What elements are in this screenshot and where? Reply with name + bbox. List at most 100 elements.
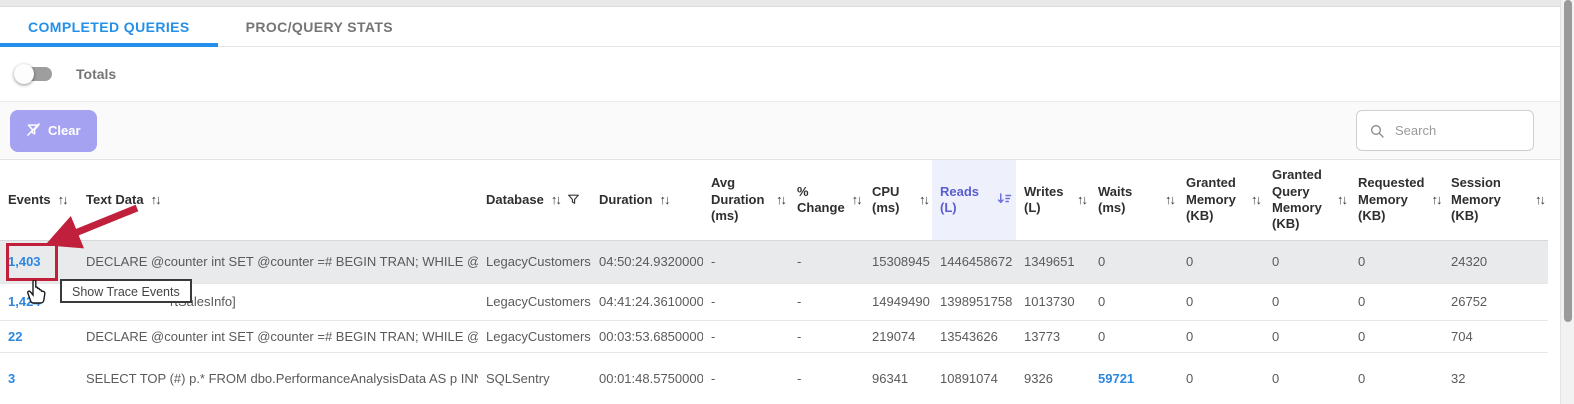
cell-pct_change: -	[797, 254, 801, 269]
column-header-events[interactable]: Events ↑↓	[0, 160, 78, 240]
cell-cpu: 219074	[872, 329, 915, 344]
cell-waits: 0	[1098, 294, 1105, 309]
cell-duration: 04:41:24.3610000	[599, 294, 703, 309]
scrollbar-thumb[interactable]	[1564, 0, 1572, 322]
search-icon	[1369, 123, 1385, 139]
column-label: Database	[486, 192, 544, 208]
toggle-knob	[14, 64, 34, 84]
column-label: Granted Memory (KB)	[1186, 175, 1244, 224]
cell-cpu: 14949490	[872, 294, 930, 309]
cell-granted_query_memory: 0	[1272, 294, 1279, 309]
column-header-duration[interactable]: Duration↑↓	[591, 160, 703, 240]
cell-duration: 00:01:48.5750000	[599, 371, 703, 386]
column-header-waits[interactable]: Waits (ms) ↑↓	[1090, 160, 1178, 240]
column-header-database[interactable]: Database ↑↓	[478, 160, 591, 240]
totals-row: Totals	[0, 47, 1574, 102]
cell-reads: 10891074	[940, 371, 998, 386]
cell-avg_duration: -	[711, 254, 715, 269]
cell-avg_duration: -	[711, 329, 715, 344]
table-row[interactable]: 22 DECLARE @counter int SET @counter =# B…	[0, 320, 1548, 352]
tab-completed-queries[interactable]: COMPLETED QUERIES	[0, 7, 218, 46]
events-link[interactable]: 1,403	[8, 254, 41, 269]
cell-text_data: DECLARE @counter int SET @counter =# BEG…	[86, 329, 478, 344]
table-row[interactable]: 3 SELECT TOP (#) p.* FROM dbo.Performance…	[0, 352, 1548, 404]
cell-pct_change: -	[797, 329, 801, 344]
cell-database: SQLSentry	[486, 371, 550, 386]
tab-bar: COMPLETED QUERIES PROC/QUERY STATS	[0, 7, 1574, 47]
cell-database: LegacyCustomers	[486, 294, 591, 309]
sort-updown-icon[interactable]: ↑↓	[1431, 192, 1440, 207]
cell-session_memory: 704	[1451, 329, 1473, 344]
sort-updown-icon[interactable]: ↑↓	[919, 192, 928, 207]
cell-writes: 13773	[1024, 329, 1060, 344]
cell-requested_memory: 0	[1358, 329, 1365, 344]
tooltip-text: Show Trace Events	[72, 285, 180, 299]
column-label: Requested Memory (KB)	[1358, 175, 1424, 224]
cell-session_memory: 32	[1451, 371, 1465, 386]
column-header-granted_query_memory[interactable]: Granted Query Memory (KB) ↑↓	[1264, 160, 1350, 240]
tab-label: COMPLETED QUERIES	[28, 19, 190, 35]
column-header-avg_duration[interactable]: Avg Duration (ms) ↑↓	[703, 160, 789, 240]
events-link[interactable]: 22	[8, 329, 22, 344]
column-header-session_memory[interactable]: Session Memory (KB) ↑↓	[1443, 160, 1548, 240]
search-box[interactable]	[1356, 110, 1534, 151]
tab-proc-query-stats[interactable]: PROC/QUERY STATS	[218, 7, 421, 46]
sort-updown-icon[interactable]: ↑↓	[551, 192, 560, 207]
sort-updown-icon[interactable]: ↑↓	[1077, 192, 1086, 207]
column-header-reads[interactable]: Reads (L)	[932, 160, 1016, 240]
cell-requested_memory: 0	[1358, 294, 1365, 309]
table-header-row: Events↑↓Text Data↑↓Database↑↓Duration↑↓A…	[0, 160, 1548, 240]
totals-toggle[interactable]	[14, 65, 54, 83]
cell-writes: 1349651	[1024, 254, 1075, 269]
table-row[interactable]: 1,424rtSalesInfo]LegacyCustomers04:41:24…	[0, 283, 1548, 320]
column-header-text_data[interactable]: Text Data ↑↓	[78, 160, 478, 240]
filter-off-icon	[26, 122, 41, 140]
sort-updown-icon[interactable]: ↑↓	[1535, 192, 1544, 207]
sort-descending-icon[interactable]	[997, 192, 1012, 208]
filter-icon[interactable]	[567, 193, 580, 206]
cell-avg_duration: -	[711, 371, 715, 386]
tab-label: PROC/QUERY STATS	[246, 19, 393, 35]
show-trace-events-tooltip: Show Trace Events	[60, 279, 192, 303]
cell-granted_query_memory: 0	[1272, 371, 1279, 386]
sort-updown-icon[interactable]: ↑↓	[1251, 192, 1260, 207]
cell-requested_memory: 0	[1358, 371, 1365, 386]
events-link[interactable]: 3	[8, 371, 15, 386]
cell-writes: 1013730	[1024, 294, 1075, 309]
column-header-requested_memory[interactable]: Requested Memory (KB) ↑↓	[1350, 160, 1443, 240]
events-link[interactable]: 1,424	[8, 294, 41, 309]
cell-duration: 04:50:24.9320000	[599, 254, 703, 269]
sort-updown-icon[interactable]: ↑↓	[852, 192, 861, 207]
vertical-scrollbar[interactable]	[1560, 0, 1574, 404]
column-label: Events	[8, 192, 51, 208]
table-row[interactable]: 1,403 DECLARE @counter int SET @counter =…	[0, 240, 1548, 283]
cell-session_memory: 24320	[1451, 254, 1487, 269]
sort-updown-icon[interactable]: ↑↓	[776, 192, 785, 207]
totals-label: Totals	[76, 66, 116, 82]
column-header-granted_memory[interactable]: Granted Memory (KB) ↑↓	[1178, 160, 1264, 240]
sort-updown-icon[interactable]: ↑↓	[659, 192, 668, 207]
cell-text_data: DECLARE @counter int SET @counter =# BEG…	[86, 254, 478, 269]
cell-granted_memory: 0	[1186, 294, 1193, 309]
cell-cpu: 96341	[872, 371, 908, 386]
column-label: Avg Duration (ms)	[711, 175, 769, 224]
clear-button[interactable]: Clear	[10, 110, 97, 152]
sort-updown-icon[interactable]: ↑↓	[1165, 192, 1174, 207]
column-label: Waits (ms)	[1098, 184, 1158, 217]
cell-requested_memory: 0	[1358, 254, 1365, 269]
sort-updown-icon[interactable]: ↑↓	[1337, 192, 1346, 207]
column-header-writes[interactable]: Writes (L)↑↓	[1016, 160, 1090, 240]
sort-updown-icon[interactable]: ↑↓	[151, 192, 160, 207]
cell-avg_duration: -	[711, 294, 715, 309]
column-header-cpu[interactable]: CPU (ms)↑↓	[864, 160, 932, 240]
cell-text_data: SELECT TOP (#) p.* FROM dbo.PerformanceA…	[86, 371, 478, 386]
waits-link[interactable]: 59721	[1098, 371, 1134, 386]
column-label: Granted Query Memory (KB)	[1272, 167, 1330, 232]
column-label: Text Data	[86, 192, 144, 208]
sort-updown-icon[interactable]: ↑↓	[58, 192, 67, 207]
cell-waits: 0	[1098, 329, 1105, 344]
column-header-pct_change[interactable]: % Change↑↓	[789, 160, 864, 240]
column-label: Reads (L)	[940, 184, 990, 217]
column-label: Session Memory (KB)	[1451, 175, 1528, 224]
search-input[interactable]	[1395, 123, 1515, 138]
